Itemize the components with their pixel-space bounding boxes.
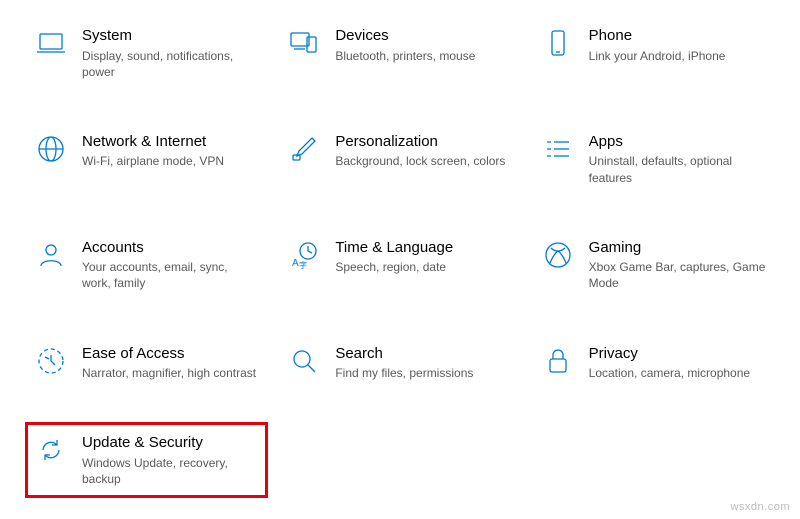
tile-desc: Bluetooth, printers, mouse (335, 48, 512, 64)
tile-desc: Narrator, magnifier, high contrast (82, 365, 259, 381)
devices-icon (287, 26, 321, 60)
tile-desc: Wi-Fi, airplane mode, VPN (82, 153, 259, 169)
person-icon (34, 238, 68, 272)
update-icon (34, 433, 68, 467)
tile-title: Search (335, 344, 512, 364)
tile-time-language[interactable]: A字 Time & Language Speech, region, date (283, 232, 516, 298)
settings-grid: System Display, sound, notifications, po… (30, 20, 770, 493)
tile-title: Gaming (589, 238, 766, 258)
tile-desc: Speech, region, date (335, 259, 512, 275)
tile-title: Personalization (335, 132, 512, 152)
tile-desc: Your accounts, email, sync, work, family (82, 259, 259, 291)
tile-title: Apps (589, 132, 766, 152)
tile-apps[interactable]: Apps Uninstall, defaults, optional featu… (537, 126, 770, 192)
globe-icon (34, 132, 68, 166)
watermark: wsxdn.com (730, 501, 790, 513)
tile-desc: Windows Update, recovery, backup (82, 455, 259, 487)
tile-update-security[interactable]: Update & Security Windows Update, recove… (30, 427, 263, 493)
tile-desc: Uninstall, defaults, optional features (589, 153, 766, 185)
tile-title: Privacy (589, 344, 766, 364)
tile-title: Update & Security (82, 433, 259, 453)
phone-icon (541, 26, 575, 60)
svg-text:字: 字 (299, 260, 307, 270)
tile-title: Network & Internet (82, 132, 259, 152)
search-icon (287, 344, 321, 378)
tile-personalization[interactable]: Personalization Background, lock screen,… (283, 126, 516, 192)
tile-network[interactable]: Network & Internet Wi-Fi, airplane mode,… (30, 126, 263, 192)
tile-gaming[interactable]: Gaming Xbox Game Bar, captures, Game Mod… (537, 232, 770, 298)
tile-desc: Background, lock screen, colors (335, 153, 512, 169)
tile-phone[interactable]: Phone Link your Android, iPhone (537, 20, 770, 86)
tile-desc: Link your Android, iPhone (589, 48, 766, 64)
tile-title: Devices (335, 26, 512, 46)
tile-desc: Xbox Game Bar, captures, Game Mode (589, 259, 766, 291)
paintbrush-icon (287, 132, 321, 166)
tile-title: System (82, 26, 259, 46)
tile-desc: Find my files, permissions (335, 365, 512, 381)
tile-accounts[interactable]: Accounts Your accounts, email, sync, wor… (30, 232, 263, 298)
time-language-icon: A字 (287, 238, 321, 272)
tile-ease-of-access[interactable]: Ease of Access Narrator, magnifier, high… (30, 338, 263, 388)
xbox-icon (541, 238, 575, 272)
tile-title: Phone (589, 26, 766, 46)
tile-title: Time & Language (335, 238, 512, 258)
tile-desc: Display, sound, notifications, power (82, 48, 259, 80)
tile-title: Accounts (82, 238, 259, 258)
tile-search[interactable]: Search Find my files, permissions (283, 338, 516, 388)
system-icon (34, 26, 68, 60)
svg-text:A: A (292, 258, 299, 269)
tile-system[interactable]: System Display, sound, notifications, po… (30, 20, 263, 86)
tile-devices[interactable]: Devices Bluetooth, printers, mouse (283, 20, 516, 86)
tile-desc: Location, camera, microphone (589, 365, 766, 381)
lock-icon (541, 344, 575, 378)
ease-of-access-icon (34, 344, 68, 378)
tile-privacy[interactable]: Privacy Location, camera, microphone (537, 338, 770, 388)
apps-icon (541, 132, 575, 166)
tile-title: Ease of Access (82, 344, 259, 364)
